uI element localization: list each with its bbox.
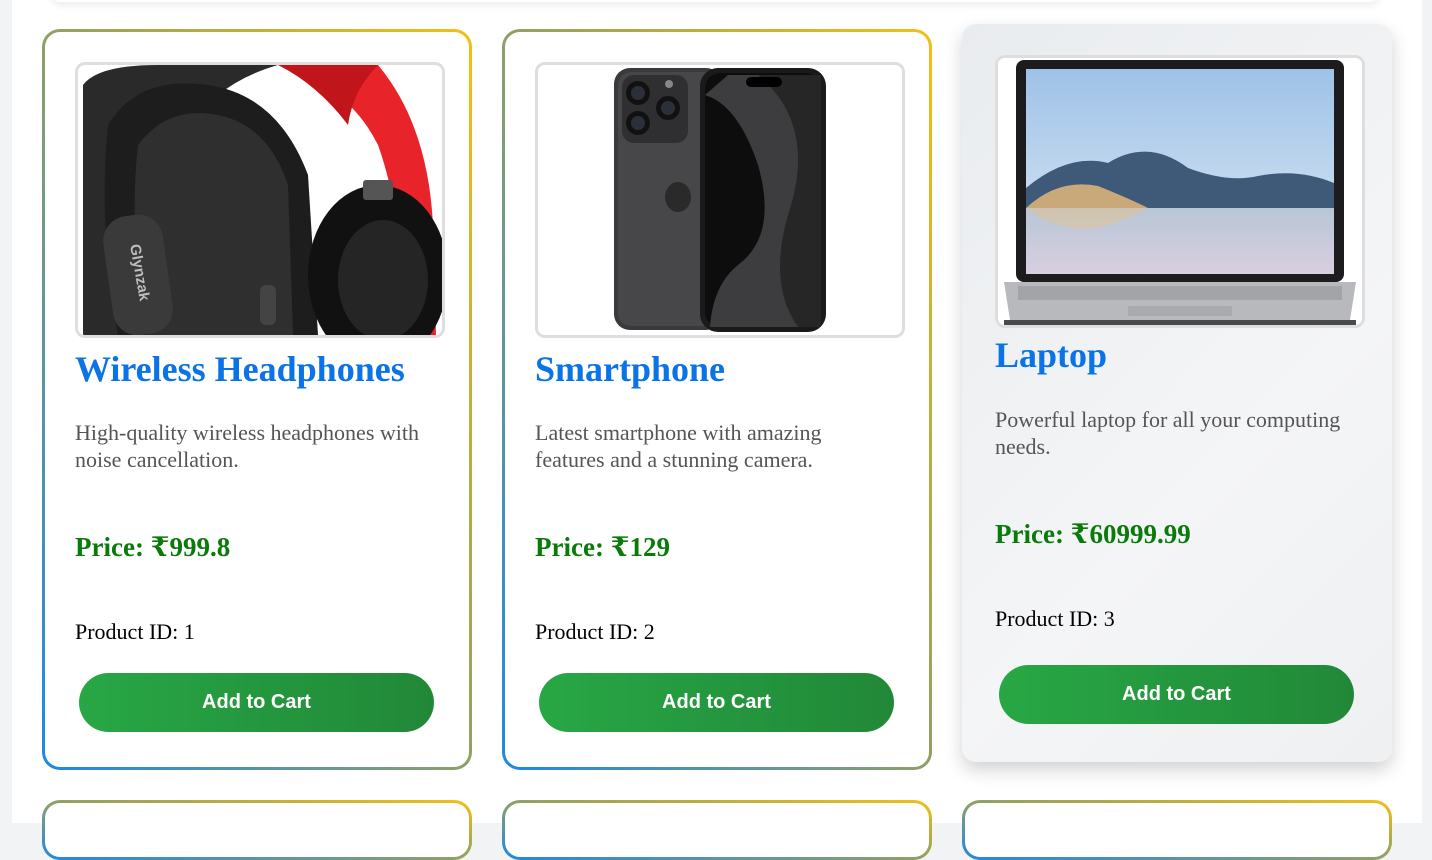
product-card-next-row [502, 800, 932, 860]
add-to-cart-button[interactable]: Add to Cart [539, 673, 894, 732]
laptop-image [998, 58, 1362, 325]
smartphone-image [538, 65, 902, 335]
previous-section-edge [50, 0, 1380, 2]
product-description: Latest smartphone with amazing features … [535, 420, 822, 472]
product-card-smartphone: Smartphone Latest smartphone with amazin… [502, 29, 932, 770]
add-to-cart-button[interactable]: Add to Cart [999, 665, 1354, 724]
product-id: Product ID: 3 [995, 606, 1115, 631]
product-description: Powerful laptop for all your computing n… [995, 407, 1341, 459]
product-description: High-quality wireless headphones with no… [75, 420, 419, 472]
product-title: Smartphone [535, 349, 726, 389]
product-card-headphones: Glynzak Wireless Headphones High-quality… [42, 29, 472, 770]
product-card-laptop: Laptop Powerful laptop for all your comp… [962, 24, 1392, 762]
product-price: Price: ₹999.8 [75, 532, 231, 562]
headphones-image: Glynzak [78, 65, 442, 335]
product-image-laptop [995, 55, 1365, 328]
product-id: Product ID: 2 [535, 619, 655, 644]
product-id: Product ID: 1 [75, 619, 195, 644]
product-title: Wireless Headphones [75, 349, 405, 389]
product-card-next-row [42, 800, 472, 860]
product-price: Price: ₹60999.99 [995, 519, 1191, 549]
product-image-smartphone [535, 62, 905, 338]
product-image-headphones: Glynzak [75, 62, 445, 338]
product-price: Price: ₹129 [535, 532, 670, 562]
product-title: Laptop [995, 335, 1108, 375]
add-to-cart-button[interactable]: Add to Cart [79, 673, 434, 732]
product-card-next-row [962, 800, 1392, 860]
